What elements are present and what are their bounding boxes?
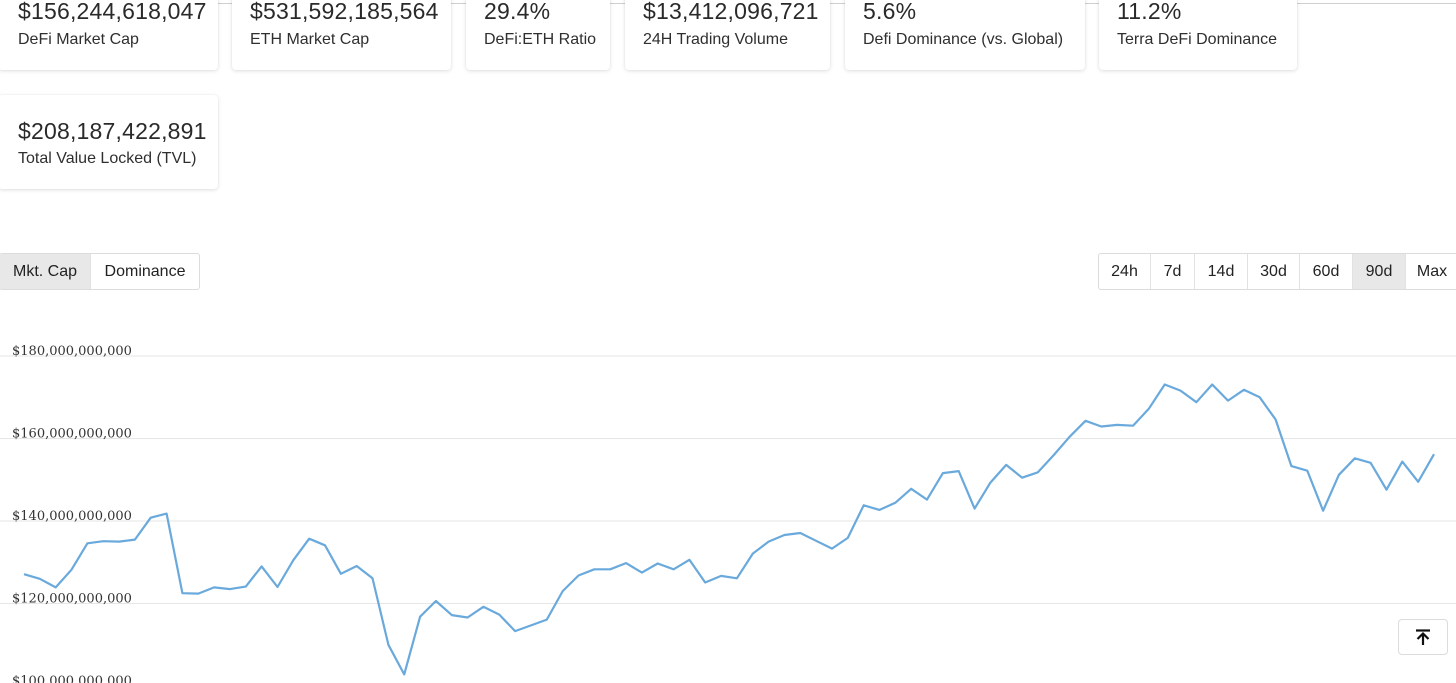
chart-type-toggle: Mkt. Cap Dominance [0,253,200,290]
range-7d[interactable]: 7d [1151,254,1195,289]
y-axis-labels: $180,000,000,000 $160,000,000,000 $140,000… [12,344,132,683]
range-30d[interactable]: 30d [1248,254,1300,289]
y-tick-label: $140,000,000,000 [12,509,132,524]
stat-card-tvl: $208,187,422,891 Total Value Locked (TVL… [0,95,218,189]
stat-label: DeFi Market Cap [18,31,139,48]
y-tick-label: $120,000,000,000 [12,592,132,607]
stat-card-terra-defi-dominance: 11.2% Terra DeFi Dominance [1099,0,1297,70]
stat-label: Terra DeFi Dominance [1117,31,1278,48]
stat-value: $13,412,096,721 [643,0,819,24]
range-14d[interactable]: 14d [1195,254,1248,289]
range-max[interactable]: Max [1406,254,1456,289]
series-layer [23,383,1435,676]
stat-value: 5.6% [863,0,917,24]
y-tick-label: $180,000,000,000 [12,344,132,359]
grid-lines [0,355,1456,604]
stat-value: 29.4% [484,0,551,24]
stat-card-eth-market-cap: $531,592,185,564 ETH Market Cap [232,0,451,70]
stat-card-defi-eth-ratio: 29.4% DeFi:ETH Ratio [466,0,610,70]
range-24h[interactable]: 24h [1099,254,1151,289]
series-line [23,383,1435,676]
market-cap-chart: $180,000,000,000 $160,000,000,000 $140,000… [0,344,1456,683]
tab-mkt-cap[interactable]: Mkt. Cap [0,254,91,289]
stat-card-defi-dominance: 5.6% Defi Dominance (vs. Global) [845,0,1085,70]
range-60d[interactable]: 60d [1300,254,1353,289]
arrow-up-to-line-icon [1416,629,1430,645]
range-90d[interactable]: 90d [1353,254,1406,289]
tab-dominance[interactable]: Dominance [91,254,199,289]
stat-label: Total Value Locked (TVL) [18,150,197,167]
stat-label: ETH Market Cap [250,31,370,48]
stat-card-defi-market-cap: $156,244,618,047 DeFi Market Cap [0,0,218,70]
stat-card-trading-volume: $13,412,096,721 24H Trading Volume [625,0,830,70]
stat-value: 11.2% [1117,0,1182,24]
stat-label: DeFi:ETH Ratio [484,31,597,48]
stat-label: Defi Dominance (vs. Global) [863,31,1064,48]
scroll-to-top-button[interactable] [1398,619,1448,655]
y-tick-label: $160,000,000,000 [12,427,132,442]
time-range-selector: 24h 7d 14d 30d 60d 90d Max [1098,253,1456,290]
y-tick-label: $100,000,000,000 [12,674,132,683]
stat-value: $531,592,185,564 [250,0,439,24]
stat-value: $208,187,422,891 [18,118,207,144]
stat-label: 24H Trading Volume [643,31,788,48]
stat-value: $156,244,618,047 [18,0,207,24]
